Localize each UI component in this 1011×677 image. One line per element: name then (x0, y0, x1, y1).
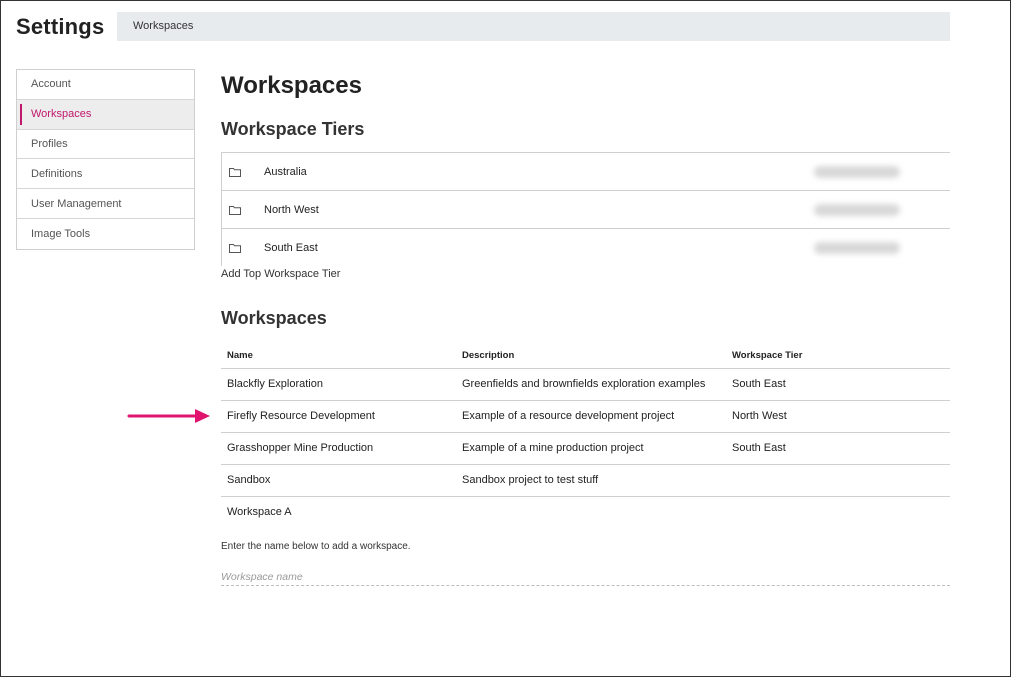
workspace-description: Example of a mine production project (456, 432, 726, 465)
tier-redacted-value (814, 165, 900, 178)
workspace-name[interactable]: Blackfly Exploration (221, 368, 456, 401)
sidebar-item-image-tools[interactable]: Image Tools (17, 219, 194, 249)
workspace-tier: North West (726, 400, 950, 433)
tier-redacted-value (814, 242, 900, 254)
table-row[interactable]: Blackfly Exploration Greenfields and bro… (221, 368, 950, 401)
workspace-name[interactable]: Sandbox (221, 464, 456, 497)
workspace-description: Sandbox project to test stuff (456, 464, 726, 497)
workspaces-section-title: Workspaces (221, 308, 327, 328)
arrow-right-icon (127, 409, 210, 423)
workspace-description: Greenfields and brownfields exploration … (456, 368, 726, 401)
sidebar-item-user-management[interactable]: User Management (17, 189, 194, 219)
workspace-name[interactable]: Grasshopper Mine Production (221, 432, 456, 465)
workspace-description (456, 496, 726, 528)
tier-row-australia[interactable]: Australia (222, 153, 950, 191)
tier-redacted-value (814, 203, 900, 216)
tiers-list: Australia North West South East (221, 152, 950, 266)
column-header-workspace-tier[interactable]: Workspace Tier (726, 344, 950, 369)
sidebar-item-profiles[interactable]: Profiles (17, 130, 194, 160)
tiers-section-title: Workspace Tiers (221, 119, 365, 139)
tier-name: Australia (264, 165, 307, 178)
sidebar: Account Workspaces Profiles Definitions … (16, 69, 195, 250)
workspace-description: Example of a resource development projec… (456, 400, 726, 433)
workspace-tier (726, 496, 950, 528)
table-row[interactable]: Sandbox Sandbox project to test stuff (221, 464, 950, 497)
folder-icon (229, 206, 241, 215)
workspace-name[interactable]: Workspace A (221, 496, 456, 528)
table-row[interactable]: Workspace A (221, 496, 950, 528)
tier-name: South East (264, 242, 318, 254)
table-header-row: Name Description Workspace Tier (221, 344, 950, 369)
workspace-name[interactable]: Firefly Resource Development (221, 400, 456, 433)
workspace-name-input[interactable] (221, 569, 950, 586)
folder-icon (229, 168, 241, 177)
folder-icon (229, 244, 241, 253)
sidebar-item-workspaces[interactable]: Workspaces (17, 99, 194, 130)
workspace-tier: South East (726, 368, 950, 401)
sidebar-item-definitions[interactable]: Definitions (17, 159, 194, 190)
app-title: Settings (16, 14, 105, 39)
table-row[interactable]: Firefly Resource Development Example of … (221, 400, 950, 433)
workspace-tier: South East (726, 432, 950, 465)
tier-row-south-east[interactable]: South East (222, 229, 950, 267)
add-workspace-hint: Enter the name below to add a workspace. (221, 541, 411, 552)
workspaces-table: Name Description Workspace Tier Blackfly… (221, 344, 950, 528)
add-top-tier-link[interactable]: Add Top Workspace Tier (221, 268, 340, 280)
table-row[interactable]: Grasshopper Mine Production Example of a… (221, 432, 950, 465)
breadcrumb: Workspaces (117, 12, 950, 41)
workspace-tier (726, 464, 950, 497)
tier-row-north-west[interactable]: North West (222, 191, 950, 229)
column-header-description[interactable]: Description (456, 344, 726, 369)
tier-name: North West (264, 203, 319, 216)
column-header-name[interactable]: Name (221, 344, 456, 369)
settings-window: Settings Workspaces Account Workspaces P… (0, 0, 1011, 677)
breadcrumb-current[interactable]: Workspaces (133, 20, 193, 32)
page-title: Workspaces (221, 72, 362, 99)
sidebar-item-account[interactable]: Account (17, 70, 194, 100)
